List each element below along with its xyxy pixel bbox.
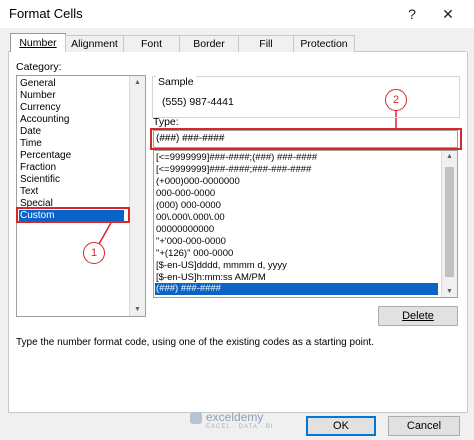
format-item[interactable]: [<=9999999]###-####;(###) ###-#### <box>156 152 317 163</box>
format-item[interactable]: 00000000000 <box>156 224 214 235</box>
scroll-up-icon[interactable]: ▲ <box>442 153 457 160</box>
format-item[interactable]: [$-en-US]h:mm:ss AM/PM <box>156 272 266 283</box>
ok-button[interactable]: OK <box>306 416 376 436</box>
scroll-down-icon[interactable]: ▼ <box>442 288 457 295</box>
annotation-marker-1: 1 <box>83 242 105 264</box>
format-list-scrollbar[interactable]: ▲ ▼ <box>441 151 457 297</box>
delete-button-label: Delete <box>402 310 434 322</box>
format-item[interactable]: "+'000-000-0000 <box>156 236 226 247</box>
format-item[interactable]: (000) 000-0000 <box>156 200 221 211</box>
annotation-box-type <box>150 128 462 150</box>
watermark-sub: EXCEL · DATA · BI <box>206 424 274 430</box>
annotation-marker-2: 2 <box>385 89 407 111</box>
scroll-thumb[interactable] <box>445 167 454 277</box>
format-item[interactable]: "+(126)" 000-0000 <box>156 248 233 259</box>
delete-button[interactable]: Delete <box>378 306 458 326</box>
sample-label: Sample <box>156 76 196 88</box>
format-item[interactable]: 000-000-0000 <box>156 188 215 199</box>
watermark-name: exceldemy <box>206 410 264 424</box>
sample-value: (555) 987-4441 <box>162 96 234 108</box>
format-code-list[interactable]: [<=9999999]###-####;(###) ###-#### [<=99… <box>153 150 458 298</box>
format-item-selected[interactable]: (###) ###-#### <box>155 283 438 295</box>
format-item[interactable]: 00\.000\.000\.00 <box>156 212 225 223</box>
format-item[interactable]: [<=9999999]###-####;###-###-#### <box>156 164 311 175</box>
watermark-logo-icon <box>190 412 202 424</box>
type-label: Type: <box>153 116 179 128</box>
format-item[interactable]: (+000)000-0000000 <box>156 176 240 187</box>
hint-text: Type the number format code, using one o… <box>16 337 374 348</box>
format-item[interactable]: [$-en-US]dddd, mmmm d, yyyy <box>156 260 287 271</box>
cancel-button[interactable]: Cancel <box>388 416 460 436</box>
